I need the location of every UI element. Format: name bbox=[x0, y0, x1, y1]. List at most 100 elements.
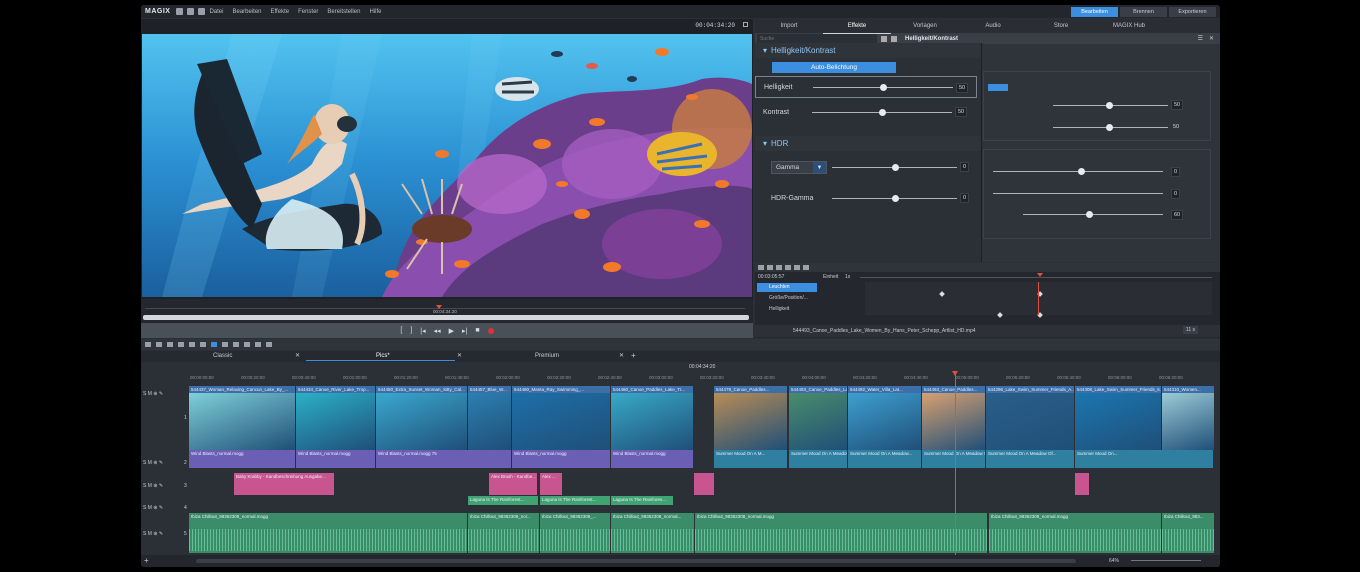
title-clip[interactable]: Alex Brush - Kandbe... bbox=[489, 473, 537, 495]
tab-effects[interactable]: Effekte bbox=[823, 19, 891, 34]
tl-tab-classic[interactable]: Classic bbox=[213, 353, 232, 359]
video-clip[interactable]: 544493_Canoe_Paddles_Lak... bbox=[789, 386, 847, 450]
zoom-percent[interactable]: 64% bbox=[1109, 558, 1119, 564]
undo-icon[interactable] bbox=[145, 342, 151, 347]
close-icon[interactable]: ✕ bbox=[1209, 35, 1214, 42]
video-clip[interactable]: 544437_Woman_Relaxing_Cancun_Lake_By_... bbox=[189, 386, 295, 450]
pointer-icon[interactable] bbox=[244, 342, 250, 347]
panel-menu-icon[interactable]: ☰ bbox=[1198, 35, 1203, 42]
tab-audio[interactable]: Audio bbox=[959, 19, 1027, 33]
video-clip[interactable]: 544460_Canoe_Paddles_Lake_Tr... bbox=[611, 386, 693, 450]
menu-effects[interactable]: Effekte bbox=[271, 9, 290, 15]
music-clip[interactable]: Ibiza Chillout_98362308_normal.mogg bbox=[989, 513, 1161, 553]
range-icon[interactable] bbox=[266, 342, 272, 347]
tab-store[interactable]: Store bbox=[1027, 19, 1095, 33]
music-clip[interactable]: Ibiza Chillout_98362308_... bbox=[540, 513, 610, 553]
audio-clip[interactable]: Wind Blasts_normal.mogg bbox=[512, 450, 610, 468]
brightness-slider[interactable] bbox=[813, 84, 953, 91]
close-icon[interactable]: ✕ bbox=[295, 352, 300, 359]
new-file-icon[interactable] bbox=[176, 8, 184, 15]
grid-view-icon[interactable] bbox=[881, 35, 887, 42]
stop-icon[interactable]: ■ bbox=[475, 327, 479, 334]
kf-prev-icon[interactable] bbox=[758, 265, 764, 270]
delete-icon[interactable] bbox=[167, 342, 173, 347]
kf-add-icon[interactable] bbox=[776, 265, 782, 270]
gamma-select[interactable]: Gamma ▼ bbox=[771, 160, 827, 174]
text-icon[interactable] bbox=[178, 342, 184, 347]
auto-exposure-button[interactable]: Auto-Belichtung bbox=[772, 61, 896, 73]
menu-share[interactable]: Bereitstellen bbox=[327, 9, 360, 15]
kf-row-size-position[interactable]: Größe/Position/... bbox=[757, 294, 817, 303]
mode-tab-burn[interactable]: Brennen bbox=[1120, 7, 1167, 17]
timeline-scrollbar[interactable] bbox=[196, 559, 1076, 563]
prev-marker-icon[interactable]: |◂ bbox=[420, 327, 425, 335]
redo-icon[interactable] bbox=[156, 342, 162, 347]
track-3-controls[interactable]: S M ⊕ ✎ bbox=[143, 483, 163, 489]
track-1-controls[interactable]: S M ⊕ ✎ bbox=[143, 391, 163, 397]
music-clip[interactable]: Ibiza Chillout_98362308_nor... bbox=[468, 513, 539, 553]
tab-magix-hub[interactable]: MAGIX Hub bbox=[1095, 19, 1163, 33]
contrast-value[interactable]: 50 bbox=[955, 107, 968, 117]
section-brightness-contrast[interactable]: ▾ Helligkeit/Kontrast bbox=[755, 43, 981, 58]
video-clip[interactable]: 544479_Canoe_Paddles... bbox=[714, 386, 787, 450]
tab-templates[interactable]: Vorlagen bbox=[891, 19, 959, 33]
kf-delete-icon[interactable] bbox=[785, 265, 791, 270]
video-clip[interactable]: 544434_Canoe_River_Lake_Trop... bbox=[296, 386, 375, 450]
overlay-clip[interactable]: Laguna Is The Rainforest... bbox=[540, 496, 610, 505]
menu-window[interactable]: Fenster bbox=[298, 9, 318, 15]
video-clip[interactable]: 544310_Women... bbox=[1162, 386, 1214, 450]
kf-paste-icon[interactable] bbox=[803, 265, 809, 270]
collapse-icon[interactable]: ▾ bbox=[763, 139, 767, 148]
mark-in-icon[interactable]: [ bbox=[400, 327, 402, 334]
timeline-playhead[interactable] bbox=[955, 375, 956, 555]
music-clip[interactable]: Ibiza Chillout_98362308_normal.mogg bbox=[189, 513, 467, 553]
menu-edit[interactable]: Bearbeiten bbox=[232, 9, 261, 15]
search-input[interactable] bbox=[757, 34, 877, 43]
overlay-clip[interactable]: Laguna Is The Rainfores... bbox=[611, 496, 673, 505]
audio-clip[interactable]: Wind Blasts_normal.mogg bbox=[296, 450, 375, 468]
list-view-icon[interactable] bbox=[891, 35, 897, 42]
brightness-value[interactable]: 50 bbox=[956, 83, 969, 93]
play-icon[interactable]: ▶ bbox=[449, 327, 454, 335]
video-clip[interactable]: 544493_Canoe_Paddles... bbox=[922, 386, 985, 450]
audio-clip[interactable]: Summer Mood On A Meadow... bbox=[789, 450, 847, 468]
collapse-icon[interactable]: ▾ bbox=[763, 46, 767, 55]
ripple-icon[interactable] bbox=[255, 342, 261, 347]
video-clip[interactable]: 544492_Water_Villa_Lat... bbox=[848, 386, 921, 450]
audio-clip[interactable]: Wind Blasts_normal.mogg 75 bbox=[376, 450, 511, 468]
audio-clip[interactable]: Summer Mood On A Meadow Of Flowers bbox=[922, 450, 985, 468]
tl-tab-premium[interactable]: Premium bbox=[535, 353, 559, 359]
tl-tab-pics[interactable]: Pics* bbox=[376, 353, 390, 359]
kf-next-icon[interactable] bbox=[767, 265, 773, 270]
snap-icon[interactable] bbox=[211, 342, 217, 347]
hdr-gamma-value[interactable]: 0 bbox=[960, 193, 970, 203]
audio-clip[interactable]: Summer Mood On A Meadow... bbox=[848, 450, 921, 468]
audio-clip[interactable]: Summer Mood On... bbox=[1075, 450, 1213, 468]
mark-out-icon[interactable]: ] bbox=[410, 327, 412, 334]
menu-help[interactable]: Hilfe bbox=[369, 9, 381, 15]
music-clip[interactable]: Ibiza Chillout_983... bbox=[1162, 513, 1214, 553]
track-4-controls[interactable]: S M ⊕ ✎ bbox=[143, 505, 163, 511]
gamma-value[interactable]: 0 bbox=[960, 162, 970, 172]
track-2-controls[interactable]: S M ⊕ ✎ bbox=[143, 460, 163, 466]
unlink-icon[interactable] bbox=[233, 342, 239, 347]
kf-row-brightness[interactable]: Helligkeit bbox=[757, 305, 817, 314]
save-icon[interactable] bbox=[198, 8, 206, 15]
timeline-ruler[interactable]: 00:00:00:00 00:00:20:00 00:00:40:00 00:01:0… bbox=[188, 374, 1218, 382]
audio-clip[interactable]: Summer Mood On A M... bbox=[714, 450, 787, 468]
record-icon[interactable] bbox=[487, 327, 494, 334]
title-clip[interactable] bbox=[1075, 473, 1089, 495]
open-folder-icon[interactable] bbox=[187, 8, 195, 15]
contrast-slider[interactable] bbox=[812, 109, 952, 116]
split-icon[interactable] bbox=[200, 342, 206, 347]
kf-playhead[interactable] bbox=[1037, 273, 1043, 277]
zoom-slider[interactable] bbox=[1131, 560, 1201, 561]
kf-copy-icon[interactable] bbox=[794, 265, 800, 270]
audio-clip[interactable]: Summer Mood On A Meadow Of... bbox=[986, 450, 1074, 468]
rewind-icon[interactable]: ◂◂ bbox=[434, 327, 441, 335]
maximize-icon[interactable] bbox=[743, 22, 748, 27]
track-5-controls[interactable]: S M ⊕ ✎ bbox=[143, 531, 163, 537]
audio-clip[interactable]: Wind Blasts_normal.mogg bbox=[189, 450, 295, 468]
title-clip[interactable]: Alex ... bbox=[540, 473, 562, 495]
video-clip[interactable]: 544457_Blue_W... bbox=[468, 386, 511, 450]
